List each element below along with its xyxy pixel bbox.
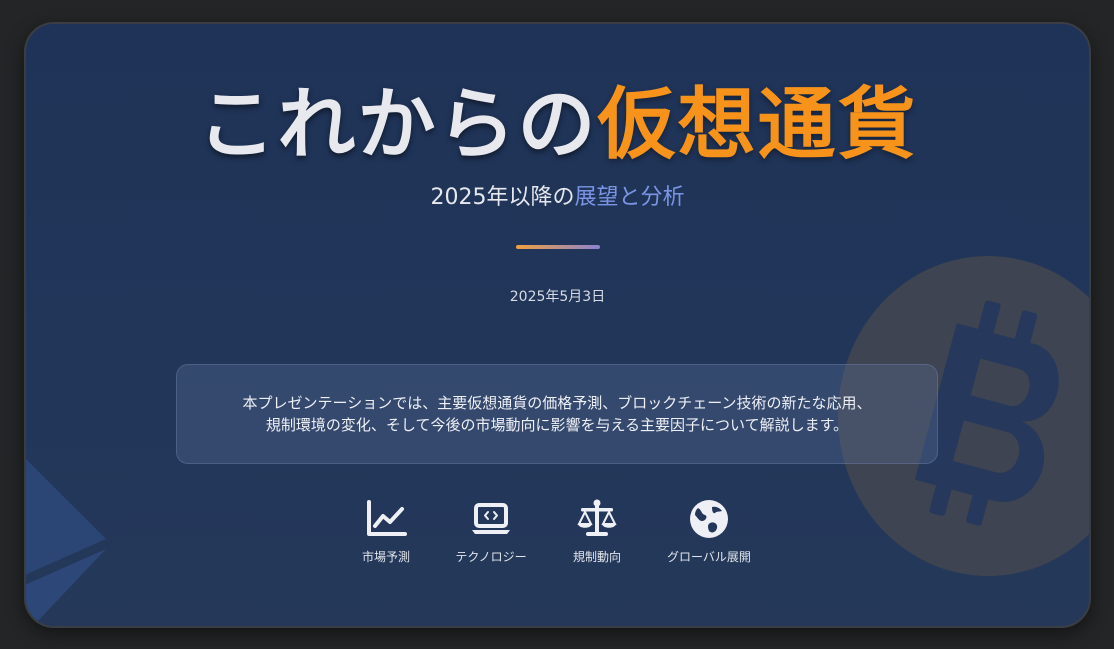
balance-scale-icon: [577, 499, 617, 536]
description-box: 本プレゼンテーションでは、主要仮想通貨の価格予測、ブロックチェーン技術の新たな応…: [176, 364, 938, 464]
subtitle: 2025年以降の展望と分析: [26, 179, 1089, 211]
feature-label: 規制動向: [572, 550, 621, 564]
chart-line-icon: [367, 500, 407, 536]
feature-label: テクノロジー: [455, 550, 527, 564]
globe-icon: [690, 500, 728, 538]
subtitle-main-text: 2025年以降の: [430, 185, 575, 210]
ethereum-icon: [26, 459, 106, 626]
feature-label: グローバル展開: [667, 550, 751, 564]
title-main-text: これからの: [197, 80, 598, 170]
title-divider: [516, 245, 600, 249]
description-line-2: 規制環境の変化、そして今後の市場動向に影響を与える主要因子について解説します。: [265, 416, 849, 434]
subtitle-accent-text: 展望と分析: [574, 185, 685, 210]
page-title: これからの仮想通貨: [26, 86, 1089, 164]
title-slide: これからの仮想通貨 2025年以降の展望と分析 2025年5月3日 本プレゼンテ…: [24, 22, 1091, 628]
feature-label: 市場予測: [361, 550, 410, 564]
presentation-date: 2025年5月3日: [509, 289, 606, 305]
laptop-code-icon: [472, 503, 510, 534]
description-line-1: 本プレゼンテーションでは、主要仮想通貨の価格予測、ブロックチェーン技術の新たな応…: [242, 394, 872, 412]
feature-technology: テクノロジー: [431, 498, 551, 565]
feature-regulation: 規制動向: [537, 498, 657, 565]
title-accent-text: 仮想通貨: [597, 80, 918, 170]
feature-market-forecast: 市場予測: [326, 498, 446, 565]
feature-global: グローバル展開: [649, 498, 769, 565]
